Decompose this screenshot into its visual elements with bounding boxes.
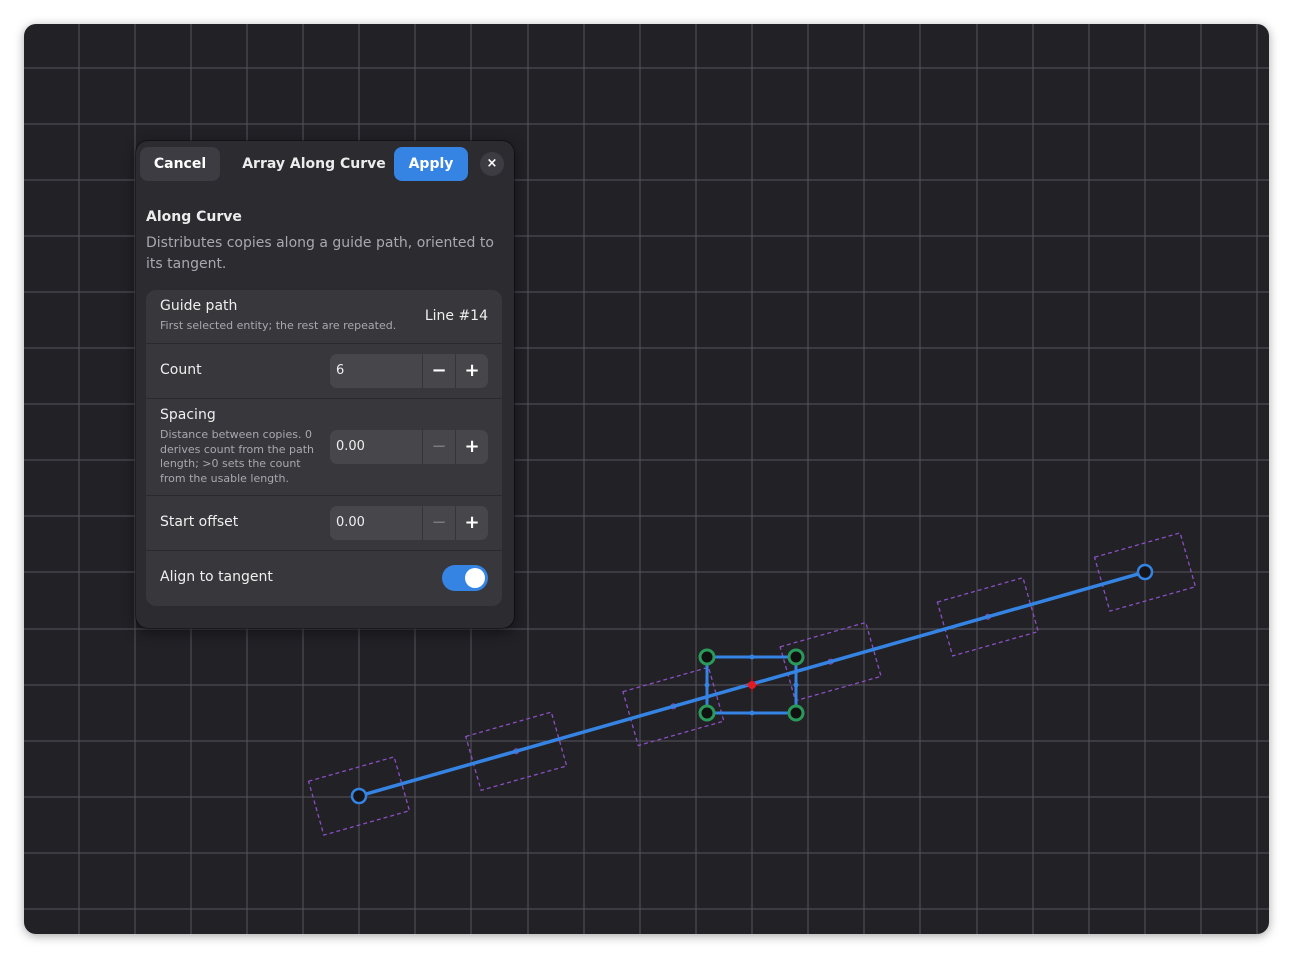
count-decrement-button[interactable]: − — [422, 354, 455, 388]
spacing-row: Spacing Distance between copies. 0 deriv… — [146, 399, 502, 496]
start-offset-stepper: 0.00 − + — [330, 506, 488, 540]
corner-handle-top-right — [787, 648, 805, 666]
section-title: Along Curve — [146, 209, 242, 225]
spacing-label: Spacing — [160, 407, 216, 423]
align-to-tangent-label: Align to tangent — [160, 569, 273, 585]
align-to-tangent-row: Align to tangent — [146, 551, 502, 606]
spacing-sublabel: Distance between copies. 0 derives count… — [160, 428, 315, 485]
guide-path-label: Guide path — [160, 298, 238, 314]
count-row: Count 6 − + — [146, 344, 502, 399]
corner-handle-bottom-left — [698, 704, 716, 722]
count-input[interactable]: 6 — [336, 354, 344, 388]
app-window: Cancel Array Along Curve Apply × Along C… — [24, 24, 1269, 934]
guide-path-row: Guide path First selected entity; the re… — [146, 290, 502, 344]
start-offset-label: Start offset — [160, 514, 239, 530]
guide-start-endpoint — [350, 787, 368, 805]
cancel-button[interactable]: Cancel — [140, 147, 220, 181]
count-increment-button[interactable]: + — [455, 354, 488, 388]
start-offset-input[interactable]: 0.00 — [336, 506, 365, 540]
array-along-curve-panel: Cancel Array Along Curve Apply × Along C… — [136, 141, 514, 628]
settings-list: Guide path First selected entity; the re… — [146, 290, 502, 606]
section-description: Distributes copies along a guide path, o… — [146, 235, 494, 272]
start-offset-row: Start offset 0.00 − + — [146, 496, 502, 551]
panel-title: Array Along Curve — [242, 156, 386, 172]
spacing-increment-button[interactable]: + — [455, 430, 488, 464]
count-label: Count — [160, 362, 202, 378]
guide-path-value: Line #14 — [424, 308, 488, 324]
close-icon[interactable]: × — [480, 152, 504, 176]
align-to-tangent-toggle[interactable] — [442, 565, 488, 591]
pivot-marker — [745, 678, 759, 692]
corner-handle-bottom-right — [787, 704, 805, 722]
spacing-input[interactable]: 0.00 — [336, 430, 365, 464]
apply-button[interactable]: Apply — [394, 147, 468, 181]
spacing-decrement-button[interactable]: − — [422, 430, 455, 464]
toggle-knob — [465, 568, 485, 588]
guide-end-endpoint — [1136, 563, 1154, 581]
corner-handle-top-left — [698, 648, 716, 666]
start-offset-decrement-button[interactable]: − — [422, 506, 455, 540]
guide-path-sublabel: First selected entity; the rest are repe… — [160, 319, 397, 332]
start-offset-increment-button[interactable]: + — [455, 506, 488, 540]
spacing-stepper: 0.00 − + — [330, 430, 488, 464]
count-stepper: 6 − + — [330, 354, 488, 388]
